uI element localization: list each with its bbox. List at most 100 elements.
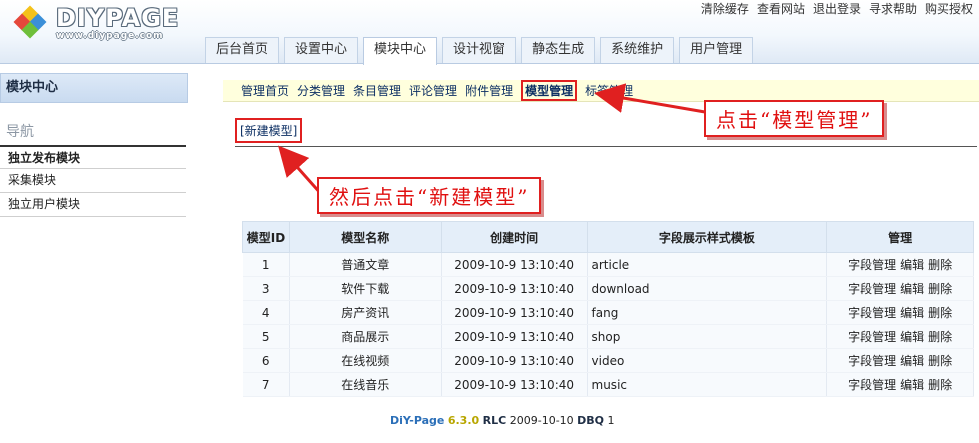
delete-link[interactable]: 删除 <box>928 354 952 368</box>
main-nav-tab-2[interactable]: 模块中心 <box>363 37 438 65</box>
table-row: 3 软件下载 2009-10-9 13:10:40 download 字段管理 编辑 删除 <box>242 276 974 301</box>
cell-model-name: 软件下载 <box>289 276 442 301</box>
sub-nav-item-1[interactable]: 分类管理 <box>297 82 345 99</box>
cell-actions: 字段管理 编辑 删除 <box>826 372 974 397</box>
footer-rlc-label: RLC <box>482 414 507 427</box>
logo[interactable]: DIYPAGE www.diypage.com <box>12 4 202 44</box>
sub-nav: 管理首页 分类管理 条目管理 评论管理 附件管理 模型管理 标签管理 <box>223 80 979 102</box>
callout-click-new-model: 然后点击“新建模型” <box>317 177 542 214</box>
delete-link[interactable]: 删除 <box>928 330 952 344</box>
sidebar: 模块中心 导航 独立发布模块 采集模块 独立用户模块 <box>0 65 205 443</box>
header-manage: 管理 <box>826 221 974 253</box>
cell-actions: 字段管理 编辑 删除 <box>826 252 974 277</box>
footer-dbq-label: DBQ <box>577 414 605 427</box>
header: DIYPAGE www.diypage.com 清除缓存 查看网站 退出登录 寻求帮助… <box>0 0 979 65</box>
cell-model-name: 在线视频 <box>289 348 442 373</box>
sidebar-item-1[interactable]: 采集模块 <box>0 169 186 193</box>
sub-nav-item-4[interactable]: 附件管理 <box>465 82 513 99</box>
edit-link[interactable]: 编辑 <box>900 354 924 368</box>
table-row: 1 普通文章 2009-10-9 13:10:40 article 字段管理 编辑 删除 <box>242 252 974 277</box>
top-link-1[interactable]: 查看网站 <box>757 0 805 17</box>
table-row: 7 在线音乐 2009-10-9 13:10:40 music 字段管理 编辑 删除 <box>242 372 974 397</box>
field-manage-link[interactable]: 字段管理 <box>848 306 896 320</box>
sub-nav-item-5[interactable]: 模型管理 <box>521 80 578 101</box>
cell-template: article <box>587 252 828 277</box>
header-created-time: 创建时间 <box>440 221 588 253</box>
models-table: 模型ID 模型名称 创建时间 字段展示样式模板 管理 1 普通文章 2009-10-… <box>242 221 974 397</box>
header-model-id: 模型ID <box>242 221 290 253</box>
sub-nav-item-0[interactable]: 管理首页 <box>241 82 289 99</box>
field-manage-link[interactable]: 字段管理 <box>848 378 896 392</box>
footer-brand: DiY-Page <box>390 414 445 427</box>
sidebar-nav-label: 导航 <box>6 124 34 140</box>
cell-actions: 字段管理 编辑 删除 <box>826 324 974 349</box>
delete-link[interactable]: 删除 <box>928 306 952 320</box>
top-links: 清除缓存 查看网站 退出登录 寻求帮助 购买授权 <box>701 0 973 17</box>
edit-link[interactable]: 编辑 <box>900 282 924 296</box>
main-nav-tab-3[interactable]: 设计视窗 <box>442 37 517 63</box>
top-link-0[interactable]: 清除缓存 <box>701 0 749 17</box>
callout-click-model-manage: 点击“模型管理” <box>704 100 885 137</box>
cell-model-id: 4 <box>242 300 290 325</box>
cell-template: video <box>587 348 828 373</box>
new-model-button[interactable]: [新建模型] <box>235 118 303 143</box>
sidebar-item-2[interactable]: 独立用户模块 <box>0 193 186 217</box>
delete-link[interactable]: 删除 <box>928 258 952 272</box>
cell-template: music <box>587 372 828 397</box>
sub-nav-item-6[interactable]: 标签管理 <box>585 82 633 99</box>
main-nav-tab-5[interactable]: 系统维护 <box>600 37 675 63</box>
logo-url-text: www.diypage.com <box>56 31 164 41</box>
cell-actions: 字段管理 编辑 删除 <box>826 300 974 325</box>
delete-link[interactable]: 删除 <box>928 282 952 296</box>
sidebar-item-0[interactable]: 独立发布模块 <box>0 145 186 169</box>
cell-model-id: 7 <box>242 372 290 397</box>
sub-nav-item-3[interactable]: 评论管理 <box>409 82 457 99</box>
cell-template: fang <box>587 300 828 325</box>
cell-created-time: 2009-10-9 13:10:40 <box>441 252 588 277</box>
top-link-2[interactable]: 退出登录 <box>813 0 861 17</box>
cell-created-time: 2009-10-9 13:10:40 <box>441 276 588 301</box>
cell-template: download <box>587 276 828 301</box>
main-nav-tab-0[interactable]: 后台首页 <box>205 37 280 63</box>
footer-dbq-value: 1 <box>607 414 615 427</box>
cell-template: shop <box>587 324 828 349</box>
edit-link[interactable]: 编辑 <box>900 258 924 272</box>
cell-model-name: 在线音乐 <box>289 372 442 397</box>
cell-model-name: 房产资讯 <box>289 300 442 325</box>
cell-created-time: 2009-10-9 13:10:40 <box>441 372 588 397</box>
field-manage-link[interactable]: 字段管理 <box>848 330 896 344</box>
table-row: 5 商品展示 2009-10-9 13:10:40 shop 字段管理 编辑 删除 <box>242 324 974 349</box>
main-nav-tab-4[interactable]: 静态生成 <box>521 37 596 63</box>
header-model-name: 模型名称 <box>288 221 442 253</box>
logo-brand-text: DIYPAGE <box>56 4 180 32</box>
cell-created-time: 2009-10-9 13:10:40 <box>441 348 588 373</box>
cell-model-id: 5 <box>242 324 290 349</box>
field-manage-link[interactable]: 字段管理 <box>848 354 896 368</box>
table-header-row: 模型ID 模型名称 创建时间 字段展示样式模板 管理 <box>242 221 974 253</box>
sidebar-list: 独立发布模块 采集模块 独立用户模块 <box>0 145 186 217</box>
delete-link[interactable]: 删除 <box>928 378 952 392</box>
table-row: 4 房产资讯 2009-10-9 13:10:40 fang 字段管理 编辑 删除 <box>242 300 974 325</box>
footer: DiY-Page 6.3.0 RLC 2009-10-10 DBQ 1 <box>390 414 615 427</box>
top-link-3[interactable]: 寻求帮助 <box>869 0 917 17</box>
table-body: 1 普通文章 2009-10-9 13:10:40 article 字段管理 编辑 删除 3 软… <box>242 252 974 397</box>
field-manage-link[interactable]: 字段管理 <box>848 258 896 272</box>
footer-rlc-date: 2009-10-10 <box>509 414 574 427</box>
main-nav-tab-6[interactable]: 用户管理 <box>679 37 754 63</box>
cell-model-id: 6 <box>242 348 290 373</box>
edit-link[interactable]: 编辑 <box>900 330 924 344</box>
main-nav-tab-1[interactable]: 设置中心 <box>284 37 359 63</box>
table-row: 6 在线视频 2009-10-9 13:10:40 video 字段管理 编辑 删除 <box>242 348 974 373</box>
top-link-4[interactable]: 购买授权 <box>925 0 973 17</box>
cell-created-time: 2009-10-9 13:10:40 <box>441 324 588 349</box>
sub-nav-item-2[interactable]: 条目管理 <box>353 82 401 99</box>
divider <box>235 146 977 147</box>
footer-version: 6.3.0 <box>447 414 480 427</box>
logo-diamond-icon <box>13 5 47 39</box>
cell-model-id: 1 <box>242 252 290 277</box>
cell-actions: 字段管理 编辑 删除 <box>826 348 974 373</box>
edit-link[interactable]: 编辑 <box>900 378 924 392</box>
edit-link[interactable]: 编辑 <box>900 306 924 320</box>
cell-model-id: 3 <box>242 276 290 301</box>
field-manage-link[interactable]: 字段管理 <box>848 282 896 296</box>
